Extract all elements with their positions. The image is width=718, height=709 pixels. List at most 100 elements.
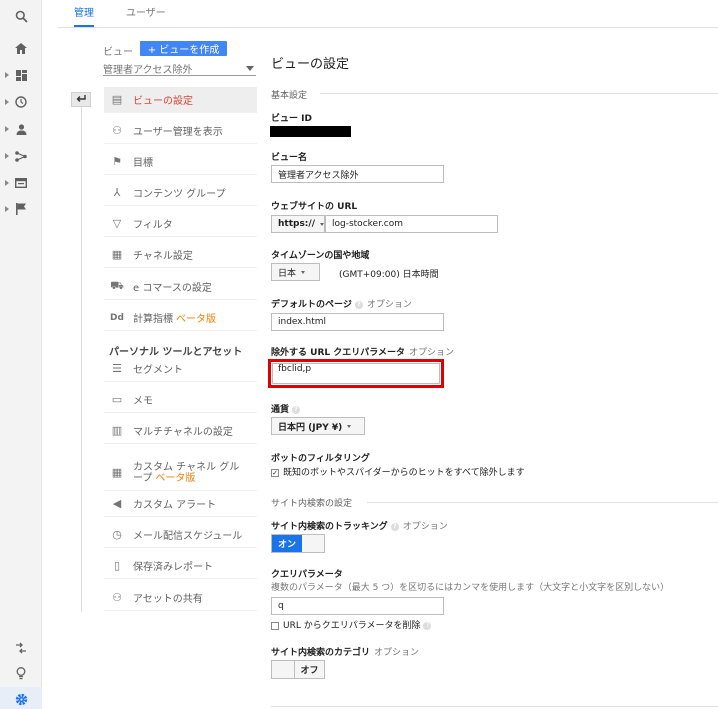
nav-item[interactable]: ⛟ e コマースの設定 (104, 274, 257, 300)
behavior-icon[interactable] (10, 174, 32, 192)
exclude-params-textarea[interactable]: fbclid,p (268, 359, 444, 388)
nav-item[interactable]: Dd 計算指標 ベータ版 (104, 305, 257, 331)
website-url-field[interactable]: log-stocker.com (325, 215, 498, 233)
top-tabs: 管理 ユーザー (58, 0, 718, 28)
nav-item[interactable]: ⚑ 目標 (104, 149, 257, 175)
lightbulb-icon[interactable] (10, 664, 32, 682)
default-page-label-text: デフォルトのページ (271, 300, 352, 310)
optional-text: オプション (374, 648, 420, 658)
share-asset-icon: ⚇ (112, 591, 122, 604)
expand-arrow-icon[interactable] (5, 72, 9, 78)
currency-dropdown[interactable]: 日本円 (JPY ¥) (271, 417, 365, 435)
tab-user[interactable]: ユーザー (126, 4, 166, 25)
help-icon[interactable]: ? (292, 405, 301, 414)
help-icon[interactable]: ? (390, 522, 399, 531)
nav-item[interactable]: ◀ カスタム アラート (104, 491, 257, 517)
nav-item[interactable]: ▯ 保存済みレポート (104, 553, 257, 579)
timezone-country-dropdown[interactable]: 日本 (271, 263, 320, 281)
toggle-knob (302, 535, 324, 552)
default-page-label: デフォルトのページ? オプション (271, 297, 412, 310)
expand-arrow-icon[interactable] (5, 126, 9, 132)
divider (367, 502, 718, 503)
timezone-label: タイムゾーンの国や地域 (271, 251, 370, 261)
query-param-field[interactable]: q (271, 597, 444, 615)
nav-item[interactable]: ◷ メール配信スケジュール (104, 522, 257, 548)
remove-param-option[interactable]: URL からクエリパラメータを削除? (271, 618, 432, 631)
expand-arrow-icon[interactable] (5, 99, 9, 105)
expand-arrow-icon[interactable] (5, 206, 9, 212)
nav-item[interactable]: ▤ ビューの設定 (104, 87, 257, 113)
content-group-icon: ⅄ (113, 186, 121, 199)
document-icon: ▤ (111, 93, 123, 106)
nav-item-label: アセットの共有 (133, 594, 203, 605)
checkbox-unchecked[interactable] (271, 621, 279, 630)
calculated-metrics-icon: Dd (110, 312, 124, 323)
bot-filter-checkbox-label: 既知のボットやスパイダーからのヒットをすべて除外します (283, 468, 525, 478)
nav-item[interactable]: ⚇ ユーザー管理を表示 (104, 118, 257, 144)
conversion-flag-icon[interactable] (10, 200, 32, 218)
view-name-label: ビュー名 (271, 153, 308, 163)
optional-text: オプション (402, 522, 448, 532)
nav-item-label: メール配信スケジュール (133, 531, 243, 542)
beta-badge: ベータ版 (176, 314, 216, 325)
site-search-category-toggle[interactable]: オフ (271, 660, 325, 679)
beta-badge: ベータ版 (155, 472, 196, 484)
checkbox-checked[interactable]: ✓ (271, 468, 279, 477)
tab-admin[interactable]: 管理 (74, 4, 94, 27)
site-search-tracking-toggle[interactable]: オン (271, 534, 325, 553)
view-name-field[interactable]: 管理者アクセス除外 (271, 165, 444, 183)
toggle-on-label: オン (272, 535, 302, 552)
view-selector-value: 管理者アクセス除外 (103, 65, 193, 76)
nav-item[interactable]: ☰ セグメント (104, 356, 257, 382)
back-button[interactable] (71, 92, 91, 107)
site-search-heading: サイト内検索の設定 (271, 499, 353, 509)
url-protocol-dropdown[interactable]: https:// (271, 215, 325, 233)
home-icon[interactable] (10, 39, 32, 57)
person-icon[interactable] (10, 120, 32, 138)
divider (271, 706, 718, 707)
default-page-field[interactable]: index.html (271, 313, 444, 331)
nav-item-label: 保存済みレポート (133, 562, 213, 573)
dashboard-icon[interactable] (10, 66, 32, 84)
bot-filter-option[interactable]: ✓ 既知のボットやスパイダーからのヒットをすべて除外します (271, 465, 525, 478)
nav-item-label: カスタム チャネル グループ ベータ版 (133, 461, 240, 484)
help-icon[interactable]: ? (354, 300, 363, 309)
create-view-button[interactable]: + ビューを作成 (140, 41, 227, 56)
nav-item[interactable]: ▦ チャネル設定 (104, 242, 257, 268)
help-icon[interactable]: ? (423, 621, 432, 630)
custom-channel-icon: ▦ (111, 466, 123, 479)
currency-label-text: 通貨 (271, 405, 290, 415)
nav-item[interactable]: ▥ マルチチャネルの設定 (104, 418, 257, 444)
nav-item-label: 目標 (133, 158, 153, 169)
nav-item-label: フィルタ (133, 220, 173, 231)
optional-text: オプション (408, 348, 454, 358)
expand-arrow-icon[interactable] (5, 153, 9, 159)
query-param-label: クエリパラメータ (271, 570, 343, 580)
acquisition-icon[interactable] (10, 147, 32, 165)
site-search-tracking-label-text: サイト内検索のトラッキング (271, 522, 388, 532)
search-icon[interactable] (10, 7, 32, 25)
website-url-label: ウェブサイトの URL (271, 202, 358, 212)
nav-item[interactable]: ⚇ アセットの共有 (104, 585, 257, 611)
remove-param-checkbox-label: URL からクエリパラメータを削除 (283, 621, 421, 631)
left-rail (0, 0, 42, 709)
nav-item-label: メモ (133, 396, 153, 407)
view-id-label: ビュー ID (271, 114, 312, 124)
channel-icon: ▦ (111, 248, 123, 261)
nav-item[interactable]: ▽ フィルタ (104, 211, 257, 237)
view-selector[interactable]: 管理者アクセス除外 (103, 61, 256, 76)
expand-arrow-icon[interactable] (5, 180, 9, 186)
saved-report-icon: ▯ (113, 559, 121, 572)
basic-settings-heading: 基本設定 (271, 91, 308, 101)
nav-item[interactable]: ⅄ コンテンツ グループ (104, 180, 257, 206)
nav-item[interactable]: ▭ メモ (104, 387, 257, 413)
currency-value: 日本円 (JPY ¥) (278, 422, 343, 433)
flag-icon: ⚑ (112, 155, 122, 168)
nav-item-label: チャネル設定 (133, 251, 193, 262)
gear-icon[interactable] (10, 690, 32, 708)
users-icon: ⚇ (112, 124, 122, 137)
clock-icon[interactable] (10, 93, 32, 111)
nav-item[interactable]: ▦ カスタム チャネル グループ ベータ版 (104, 455, 257, 491)
attribution-icon[interactable] (10, 639, 32, 657)
back-arrow-icon (76, 94, 86, 105)
